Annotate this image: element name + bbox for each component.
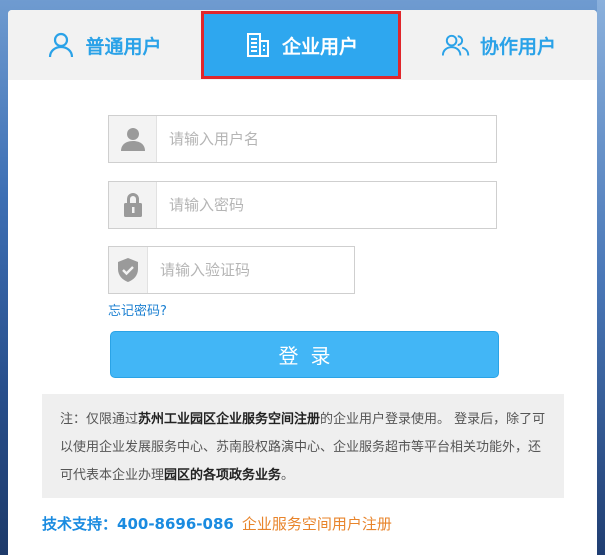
tab-personal-label: 普通用户 — [85, 35, 162, 58]
tech-support-line: 技术支持：400-8696-086 企业服务空间用户注册 — [42, 513, 392, 534]
shield-check-icon — [109, 247, 148, 293]
background-strip — [597, 0, 605, 555]
notice-bold-registration: 苏州工业园区企业服务空间注册 — [138, 412, 321, 427]
tab-enterprise-label: 企业用户 — [281, 35, 358, 58]
captcha-input[interactable] — [148, 248, 354, 292]
username-input[interactable] — [157, 117, 496, 161]
notice-box: 注：仅限通过苏州工业园区企业服务空间注册的企业用户登录使用。 登录后，除了可以使… — [42, 394, 564, 498]
notice-bold-services: 园区的各项政务业务 — [164, 468, 282, 483]
notice-prefix: 注：仅限通过 — [60, 412, 139, 427]
login-button[interactable]: 登录 — [110, 331, 499, 378]
support-label: 技术支持： — [42, 515, 118, 533]
notice-suffix: 。 — [281, 468, 295, 483]
username-field — [108, 115, 497, 163]
tab-partner-label: 协作用户 — [479, 35, 556, 58]
tab-enterprise-user[interactable]: 企业用户 — [201, 11, 401, 79]
captcha-field — [108, 246, 355, 294]
user-icon — [47, 31, 75, 59]
forgot-password-link[interactable]: 忘记密码? — [108, 300, 167, 319]
password-input[interactable] — [157, 183, 496, 227]
building-icon — [244, 31, 272, 59]
tab-partner-user[interactable]: 协作用户 — [401, 10, 597, 80]
person-icon — [109, 116, 157, 162]
password-field — [108, 181, 497, 229]
users-icon — [441, 31, 470, 59]
user-type-tabs: 普通用户 企业用户 协作用户 — [8, 10, 597, 80]
login-card: 普通用户 企业用户 协作用户 请输入用户名 请输入验证码 忘记密码? 登录 注：… — [8, 10, 597, 555]
register-link[interactable]: 企业服务空间用户注册 — [242, 515, 392, 533]
tab-personal-user[interactable]: 普通用户 — [8, 10, 201, 80]
support-phone: 400-8696-086 — [117, 515, 234, 533]
lock-icon — [109, 182, 157, 228]
